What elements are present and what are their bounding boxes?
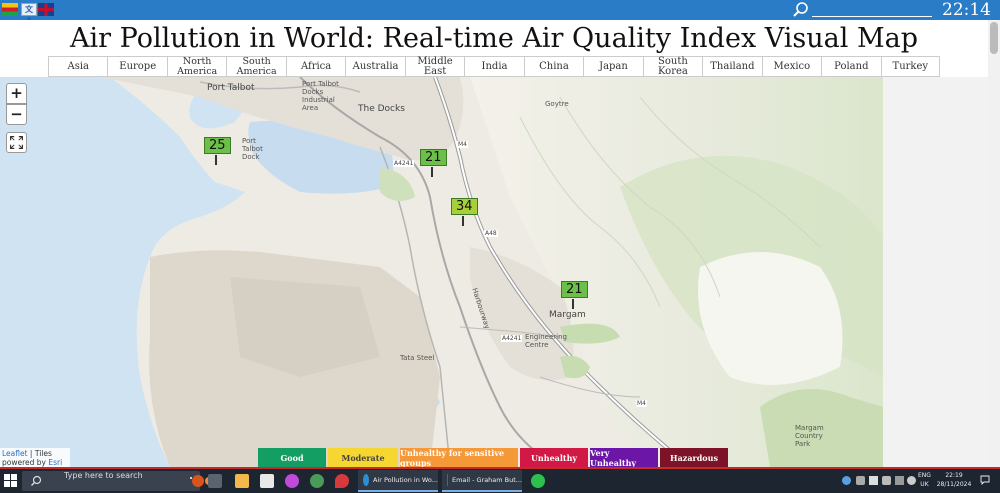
aqi-marker[interactable]: 21 [420,149,447,166]
attribution-text: | Tiles [27,449,52,458]
zoom-in-button[interactable]: + [6,83,27,104]
place-label: Margam Country Park [795,424,824,448]
nav-australia[interactable]: Australia [345,57,404,76]
map-tiles [0,77,883,467]
home-flag-icon[interactable] [2,3,18,16]
nav-china[interactable]: China [523,57,583,76]
place-label: Port Talbot [207,83,255,93]
taskbar-app-browser[interactable]: Air Pollution in Wo... [358,470,438,492]
zoom-out-button[interactable]: − [6,104,27,125]
search-icon [31,475,42,486]
marker-pin [431,167,433,177]
legend-hazardous: Hazardous [660,448,728,467]
notification-icon[interactable] [980,475,990,485]
leaflet-link[interactable]: Leaflet [2,449,28,458]
nav-europe[interactable]: Europe [107,57,166,76]
map-app-icon[interactable] [310,474,324,488]
place-label: Port Talbot Docks Industrial Area [302,80,339,112]
place-label: The Docks [358,104,405,114]
road-label: A48 [484,230,498,237]
page-scrollbar[interactable] [988,20,1000,469]
road-label: M4 [457,141,468,148]
marker-pin [572,299,574,309]
road-label: M4 [636,400,647,407]
aqi-marker[interactable]: 25 [204,137,231,154]
nav-mexico[interactable]: Mexico [761,57,821,76]
language-code: ENG [918,472,931,479]
search-input[interactable] [812,16,932,17]
nav-north-america[interactable]: North America [166,57,226,76]
legend-sensitive: Unhealthy for sensitive groups [400,448,518,468]
system-date: 28/11/2024 [936,481,972,488]
tray-icon[interactable] [907,476,916,485]
uk-flag-icon[interactable] [38,3,54,16]
bluetooth-icon[interactable] [842,476,851,485]
system-clock[interactable]: 22:19 28/11/2024 [936,471,972,489]
network-icon[interactable] [882,476,891,485]
nav-poland[interactable]: Poland [821,57,880,76]
legend-unhealthy: Unhealthy [520,448,588,467]
nav-africa[interactable]: Africa [285,57,345,76]
windows-start-icon[interactable] [4,474,18,488]
map[interactable]: Port Talbot The Docks Port Talbot Docks … [0,77,883,467]
nav-india[interactable]: India [464,57,523,76]
scrollbar-thumb[interactable] [990,22,998,54]
nav-thailand[interactable]: Thailand [702,57,761,76]
marker-pin [462,216,464,226]
document-icon[interactable] [260,474,274,488]
nav-asia[interactable]: Asia [48,57,107,76]
attribution-powered: powered by [2,458,46,467]
aqi-legend: Good Moderate Unhealthy for sensitive gr… [258,448,728,468]
cloud-icon[interactable] [856,476,865,485]
taskbar-app-label: Air Pollution in Wo... [372,476,438,484]
taskbar-app-mail[interactable]: Email - Graham But... [442,470,522,492]
top-bar: 文A 22:14 [0,0,1000,25]
battery-icon[interactable] [895,476,904,485]
place-label: Engineering Centre [525,333,567,349]
translate-icon[interactable]: 文A [21,3,37,25]
place-label: Margam [549,310,586,320]
mail-icon [447,474,448,486]
nav-south-america[interactable]: South America [226,57,285,76]
aqi-marker[interactable]: 21 [561,281,588,298]
language-region: UK [920,481,929,488]
task-view-icon[interactable] [208,474,222,488]
place-label: Tata Steel [400,354,435,362]
page-title: Air Pollution in World: Real-time Air Qu… [70,23,918,54]
legend-good: Good [258,448,326,467]
taskbar-search-input[interactable]: Type here to search [22,471,213,491]
media-player-icon[interactable] [285,474,299,488]
esri-link[interactable]: Esri [48,458,62,467]
legend-very-unhealthy: Very Unhealthy [590,448,658,468]
clock: 22:14 [942,0,991,20]
region-nav: Asia Europe North America South America … [48,56,941,77]
road-label: A4241 [393,160,415,167]
aqi-marker[interactable]: 34 [451,198,478,215]
nav-south-korea[interactable]: South Korea [642,56,702,76]
map-side-panel [883,77,988,467]
edge-icon [363,474,369,486]
taskbar-search-placeholder: Type here to search [64,471,143,480]
taskbar-app-label: Email - Graham But... [451,476,522,484]
language-indicator[interactable]: ENG UK [918,471,931,489]
marker-pin [215,155,217,165]
taskbar: Type here to search Air Pollution in Wo.… [0,469,1000,493]
system-time: 22:19 [945,472,963,479]
place-label: Goytre [545,100,569,108]
nav-japan[interactable]: Japan [583,57,642,76]
nav-turkey[interactable]: Turkey [880,57,941,76]
search-icon[interactable] [792,1,810,19]
fullscreen-icon[interactable] [6,132,27,153]
speaker-icon[interactable] [869,476,878,485]
legend-moderate: Moderate [328,448,398,467]
place-label: Port Talbot Dock [242,137,263,161]
road-label: A4241 [501,335,523,342]
map-attribution: Leaflet | Tiles powered by Esri [0,448,70,468]
nav-middle-east[interactable]: Middle East [404,56,464,76]
file-explorer-icon[interactable] [235,474,249,488]
whatsapp-icon[interactable] [531,474,545,488]
location-pin-icon[interactable] [335,474,349,488]
